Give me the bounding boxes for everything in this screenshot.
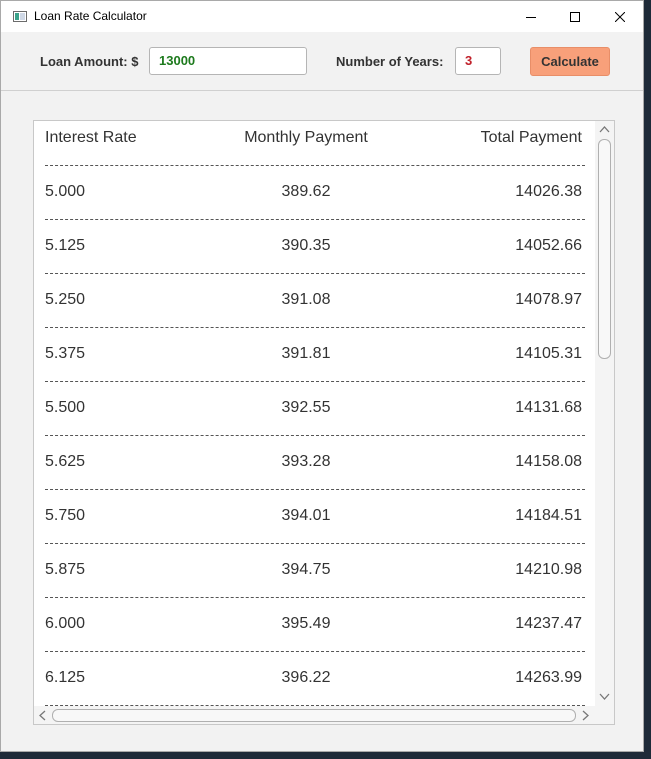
vertical-scroll-thumb[interactable] <box>598 139 611 359</box>
interest-rate-cell: 5.625 <box>45 453 86 470</box>
scroll-right-icon[interactable] <box>582 710 590 721</box>
result-row: 5.125 390.35 14052.66 <box>34 237 595 257</box>
interest-rate-cell: 6.125 <box>45 669 86 686</box>
row-separator <box>45 543 585 544</box>
app-window-icon <box>13 11 27 22</box>
background-desktop-bottom <box>0 752 651 759</box>
loan-calculator-window: Loan Rate Calculator Loan Amount: $ 1300… <box>0 0 644 752</box>
total-payment-cell: 14105.31 <box>515 345 582 362</box>
interest-rate-cell: 5.250 <box>45 291 86 308</box>
results-header: Interest Rate Monthly Payment Total Paym… <box>34 129 595 149</box>
interest-rate-cell: 5.500 <box>45 399 86 416</box>
monthly-payment-cell: 390.35 <box>281 237 331 254</box>
monthly-payment-cell: 392.55 <box>281 399 331 416</box>
result-row: 6.125 396.22 14263.99 <box>34 669 595 689</box>
interest-rate-cell: 5.375 <box>45 345 86 362</box>
row-separator <box>45 489 585 490</box>
total-payment-cell: 14026.38 <box>515 183 582 200</box>
monthly-payment-cell: 395.49 <box>281 615 331 632</box>
title-bar[interactable]: Loan Rate Calculator <box>1 1 643 32</box>
close-button[interactable] <box>597 1 643 32</box>
result-row: 5.375 391.81 14105.31 <box>34 345 595 365</box>
total-payment-cell: 14263.99 <box>515 669 582 686</box>
result-row: 5.250 391.08 14078.97 <box>34 291 595 311</box>
interest-rate-cell: 5.750 <box>45 507 86 524</box>
total-payment-cell: 14237.47 <box>515 615 582 632</box>
row-separator <box>45 327 585 328</box>
header-total-payment: Total Payment <box>480 129 582 146</box>
minimize-icon <box>526 16 536 18</box>
toolbar-divider <box>1 90 643 91</box>
result-row: 5.625 393.28 14158.08 <box>34 453 595 473</box>
monthly-payment-cell: 393.28 <box>281 453 331 470</box>
scrollbar-corner <box>595 706 614 724</box>
result-row: 5.750 394.01 14184.51 <box>34 507 595 527</box>
row-separator <box>45 435 585 436</box>
monthly-payment-cell: 391.08 <box>281 291 331 308</box>
result-row: 5.500 392.55 14131.68 <box>34 399 595 419</box>
number-of-years-label: Number of Years: <box>336 54 444 69</box>
scroll-down-icon[interactable] <box>599 693 610 701</box>
maximize-icon <box>570 11 580 22</box>
maximize-button[interactable] <box>552 1 598 32</box>
results-content: Interest Rate Monthly Payment Total Paym… <box>34 121 595 706</box>
interest-rate-cell: 5.875 <box>45 561 86 578</box>
row-separator <box>45 219 585 220</box>
total-payment-cell: 14052.66 <box>515 237 582 254</box>
result-row: 5.000 389.62 14026.38 <box>34 183 595 203</box>
interest-rate-cell: 6.000 <box>45 615 86 632</box>
monthly-payment-cell: 389.62 <box>281 183 331 200</box>
monthly-payment-cell: 394.01 <box>281 507 331 524</box>
loan-amount-input[interactable]: 13000 <box>149 47 307 75</box>
total-payment-cell: 14184.51 <box>515 507 582 524</box>
row-separator <box>45 597 585 598</box>
number-of-years-input[interactable]: 3 <box>455 47 501 75</box>
calculate-button[interactable]: Calculate <box>530 47 610 76</box>
interest-rate-cell: 5.000 <box>45 183 86 200</box>
interest-rate-cell: 5.125 <box>45 237 86 254</box>
row-separator <box>45 273 585 274</box>
horizontal-scroll-thumb[interactable] <box>52 709 576 722</box>
scroll-up-icon[interactable] <box>599 125 610 133</box>
close-icon <box>615 11 625 22</box>
row-separator <box>45 165 585 166</box>
minimize-button[interactable] <box>508 1 554 32</box>
monthly-payment-cell: 391.81 <box>281 345 331 362</box>
monthly-payment-cell: 394.75 <box>281 561 331 578</box>
header-interest-rate: Interest Rate <box>45 129 137 146</box>
scroll-left-icon[interactable] <box>38 710 46 721</box>
results-text-area[interactable]: Interest Rate Monthly Payment Total Paym… <box>33 120 615 725</box>
result-row: 5.875 394.75 14210.98 <box>34 561 595 581</box>
total-payment-cell: 14158.08 <box>515 453 582 470</box>
total-payment-cell: 14078.97 <box>515 291 582 308</box>
total-payment-cell: 14131.68 <box>515 399 582 416</box>
horizontal-scrollbar[interactable] <box>34 706 595 724</box>
total-payment-cell: 14210.98 <box>515 561 582 578</box>
loan-amount-label: Loan Amount: $ <box>40 54 139 69</box>
row-separator <box>45 381 585 382</box>
header-monthly-payment: Monthly Payment <box>244 129 368 146</box>
monthly-payment-cell: 396.22 <box>281 669 331 686</box>
vertical-scrollbar[interactable] <box>595 121 614 706</box>
row-separator <box>45 651 585 652</box>
window-title: Loan Rate Calculator <box>34 9 147 23</box>
result-row: 6.000 395.49 14237.47 <box>34 615 595 635</box>
